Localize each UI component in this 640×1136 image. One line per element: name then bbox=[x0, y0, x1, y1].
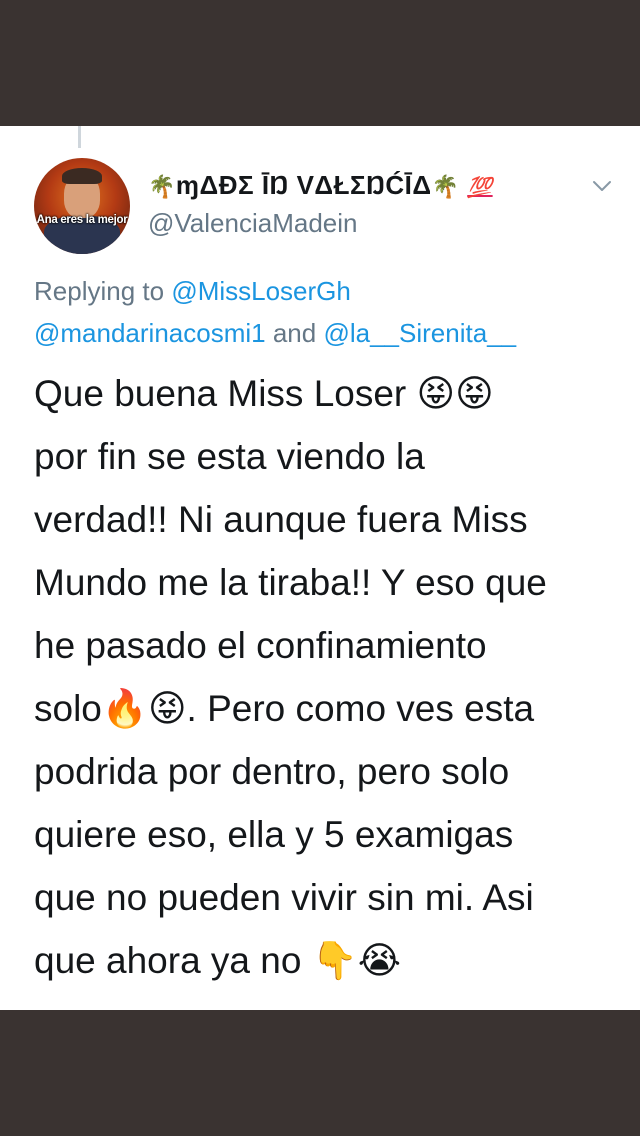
author-display-name-text: ɱΔĐΣ ĪŊ VΔŁΣŊĆĪΔ bbox=[175, 170, 432, 200]
tweet-text-line: . Pero como ves esta bbox=[186, 688, 535, 729]
palm-tree-icon: 🌴 bbox=[431, 175, 460, 200]
squinting-tongue-face-icon: 😝😝 bbox=[416, 372, 494, 415]
mention-link[interactable]: @mandarinacosmi1 bbox=[34, 318, 266, 348]
tweet-text-line: solo bbox=[34, 688, 102, 729]
replying-to: Replying to @MissLoserGh @mandarinacosmi1… bbox=[34, 270, 614, 354]
tweet-text-line: que ahora ya no bbox=[34, 940, 302, 981]
thread-connector-line bbox=[78, 126, 81, 148]
tweet-text-line: verdad!! Ni aunque fuera Miss bbox=[34, 499, 528, 540]
screenshot-frame: Ana eres la mejor 🌴ɱΔĐΣ ĪŊ VΔŁΣŊĆĪΔ🌴 💯 @… bbox=[0, 0, 640, 1136]
mention-link[interactable]: @la__Sirenita__ bbox=[323, 318, 516, 348]
fire-icon: 🔥😝 bbox=[101, 687, 187, 730]
tweet-text-line: quiere eso, ella y 5 examigas bbox=[34, 814, 514, 855]
author-display-name[interactable]: 🌴ɱΔĐΣ ĪŊ VΔŁΣŊĆĪΔ🌴 💯 bbox=[148, 170, 493, 201]
replying-to-conjunction: and bbox=[272, 318, 317, 348]
palm-tree-icon: 🌴 bbox=[148, 175, 176, 200]
tweet-text-line: Mundo me la tiraba!! Y eso que bbox=[34, 562, 547, 603]
tweet-text: Que buena Miss Loser 😝😝 por fin se esta … bbox=[34, 362, 624, 992]
tweet-text-line: Que buena Miss Loser bbox=[34, 373, 407, 414]
mention-link[interactable]: @MissLoserGh bbox=[171, 276, 351, 306]
avatar[interactable]: Ana eres la mejor bbox=[34, 158, 130, 254]
avatar-hair bbox=[62, 168, 102, 184]
tweet-card[interactable]: Ana eres la mejor 🌴ɱΔĐΣ ĪŊ VΔŁΣŊĆĪΔ🌴 💯 @… bbox=[0, 126, 640, 1010]
pointing-down-icon: 👇😭 bbox=[311, 939, 402, 982]
tweet-text-line: podrida por dentro, pero solo bbox=[34, 751, 510, 792]
tweet-text-line: he pasado el confinamiento bbox=[34, 625, 487, 666]
hundred-points-icon: 💯 bbox=[467, 177, 493, 199]
replying-to-label: Replying to bbox=[34, 276, 165, 306]
avatar-caption: Ana eres la mejor bbox=[36, 214, 128, 226]
tweet-text-line: por fin se esta viendo la bbox=[34, 436, 425, 477]
tweet-text-line: que no pueden vivir sin mi. Asi bbox=[34, 877, 534, 918]
chevron-down-icon[interactable] bbox=[590, 174, 614, 198]
author-handle[interactable]: @ValenciaMadein bbox=[148, 208, 357, 239]
